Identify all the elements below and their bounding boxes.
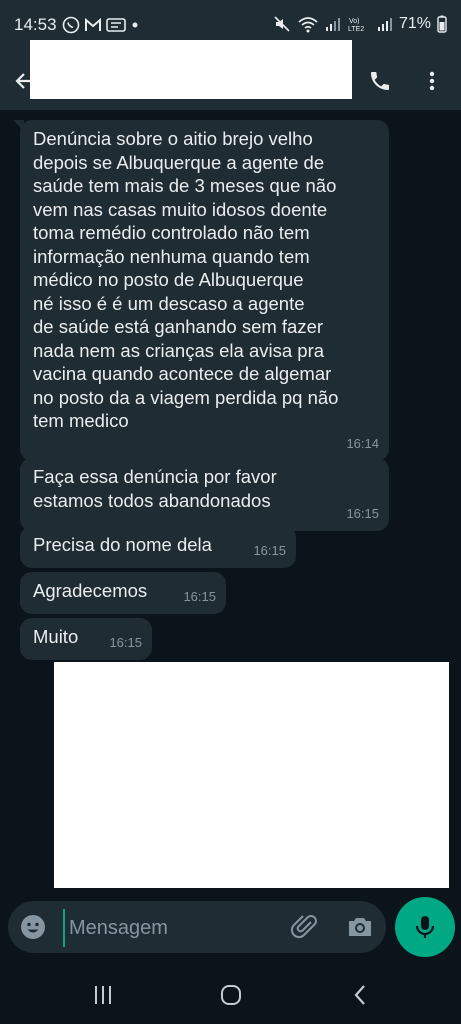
more-vert-icon	[429, 71, 435, 91]
message-bubble[interactable]: Denúncia sobre o aitio brejo velho depoi…	[13, 120, 389, 461]
message-bubble[interactable]: Faça essa denúncia por favor estamos tod…	[20, 458, 389, 531]
camera-button[interactable]	[346, 913, 374, 941]
message-time: 16:14	[346, 435, 379, 451]
back-nav-button[interactable]	[343, 977, 379, 1013]
message-time: 16:15	[253, 542, 286, 558]
svg-text:Vo): Vo)	[349, 18, 360, 25]
chevron-left-icon	[354, 985, 365, 1005]
home-button[interactable]	[213, 977, 249, 1013]
message-text: Denúncia sobre o aitio brejo velho depoi…	[33, 128, 339, 431]
emoji-button[interactable]	[20, 914, 46, 940]
battery-icon	[437, 15, 447, 33]
paperclip-icon	[290, 915, 317, 939]
message-text: Precisa do nome dela	[33, 534, 212, 555]
message-bubble[interactable]: Precisa do nome dela 16:15	[20, 526, 296, 568]
message-icon	[106, 18, 126, 32]
battery-percent: 71%	[398, 15, 431, 32]
signal-icon	[377, 18, 392, 31]
gmail-icon	[85, 17, 101, 31]
status-time: 14:53	[14, 15, 57, 34]
message-time: 16:15	[346, 505, 379, 521]
voice-call-button[interactable]	[363, 64, 397, 98]
mute-icon	[274, 16, 290, 32]
message-composer	[8, 901, 386, 953]
home-icon	[221, 985, 241, 1005]
message-bubble[interactable]: Muito 16:15	[20, 618, 152, 660]
wifi-icon	[298, 17, 318, 33]
message-bubble[interactable]: Agradecemos 16:15	[20, 572, 226, 614]
volte-icon: Vo)LTE2	[348, 18, 364, 33]
whatsapp-icon	[62, 16, 80, 34]
contact-name-redacted[interactable]	[30, 40, 352, 99]
camera-icon	[349, 918, 371, 936]
attach-button[interactable]	[290, 913, 319, 941]
recent-apps-icon	[95, 986, 111, 1004]
message-time: 16:15	[183, 588, 216, 604]
mic-icon	[415, 916, 435, 938]
svg-text:LTE2: LTE2	[348, 26, 364, 33]
emoji-icon	[21, 915, 45, 939]
voice-message-button[interactable]	[395, 897, 455, 957]
phone-icon	[371, 72, 389, 90]
media-message-redacted[interactable]	[54, 662, 449, 888]
message-list[interactable]: Denúncia sobre o aitio brejo velho depoi…	[0, 110, 461, 895]
signal-icon	[325, 18, 340, 31]
recent-apps-button[interactable]	[85, 977, 121, 1013]
dot-icon	[132, 22, 138, 28]
system-navigation-bar	[0, 965, 461, 1024]
composer-bar	[0, 895, 461, 965]
message-time: 16:15	[109, 634, 142, 650]
message-text: Faça essa denúncia por favor estamos tod…	[33, 466, 277, 511]
more-options-button[interactable]	[415, 64, 449, 98]
message-input[interactable]	[63, 909, 281, 947]
